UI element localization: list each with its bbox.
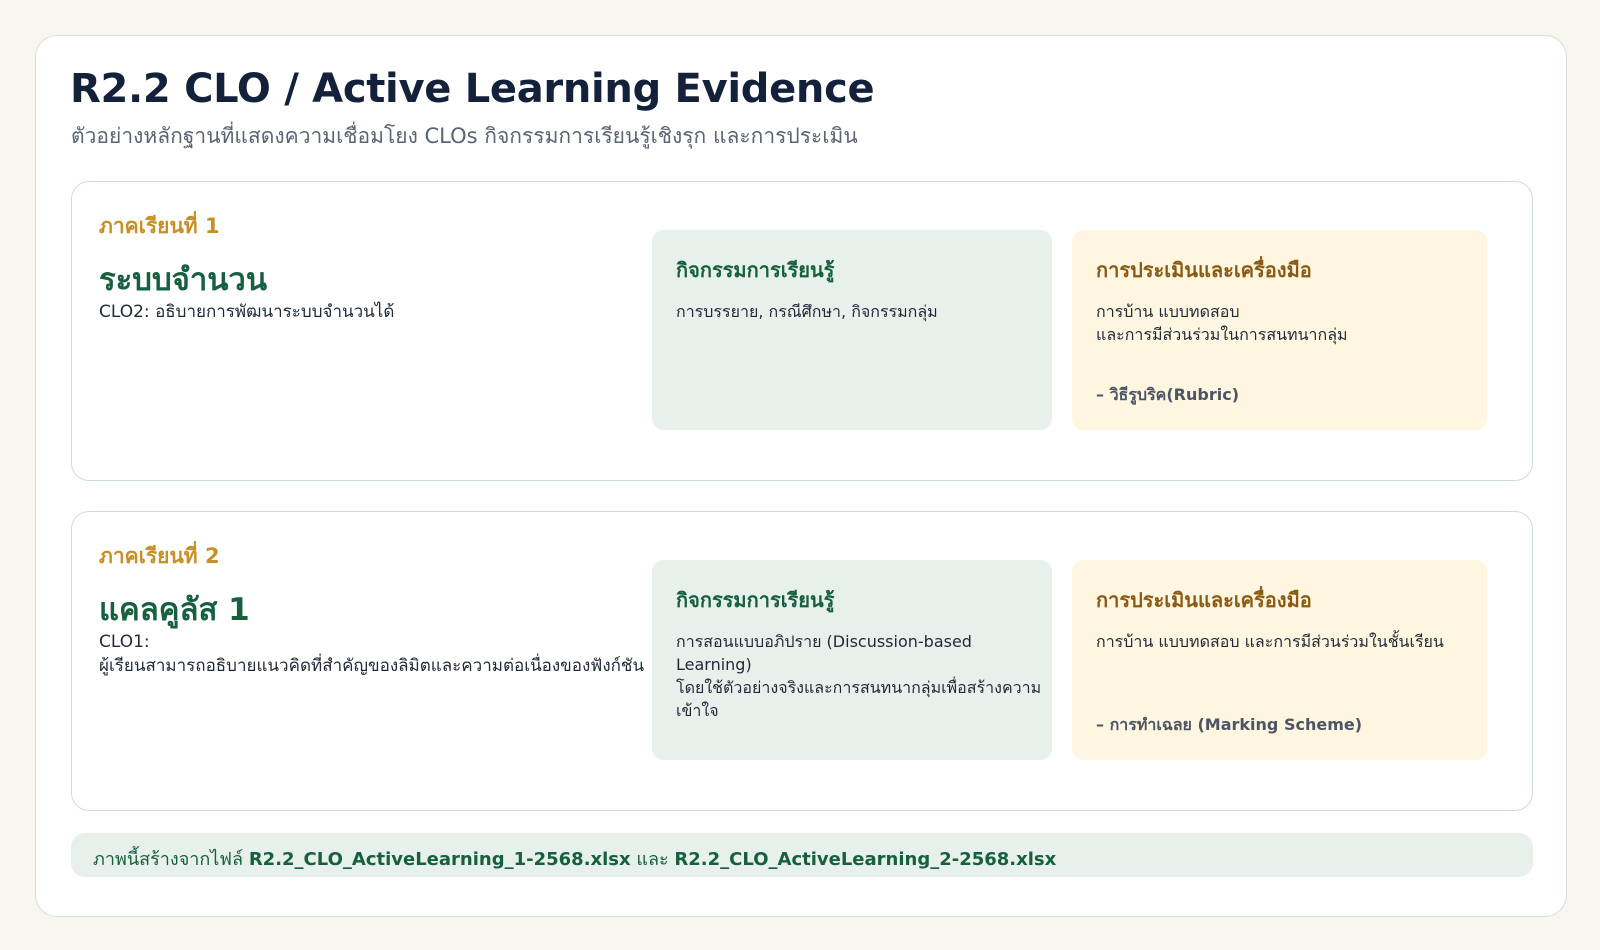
evidence-sheet: R2.2 CLO / Active Learning Evidence ตัวอ… (35, 35, 1567, 917)
evaluation-title: การประเมินและเครื่องมือ (1096, 588, 1312, 612)
evaluation-tool: – การทำเฉลย (Marking Scheme) (1096, 715, 1363, 734)
clo-text: CLO1: ผู้เรียนสามารถอธิบายแนวคิดที่สำคัญ… (99, 632, 645, 676)
source-note-lead: ภาพนี้สร้างจากไฟล์ (93, 849, 244, 870)
term-card-1: ภาคเรียนที่ 1 ระบบจำนวน CLO2: อธิบายการพ… (71, 181, 1533, 481)
page-subtitle: ตัวอย่างหลักฐานที่แสดงความเชื่อมโยง CLOs… (71, 124, 858, 148)
source-file-1: R2.2_CLO_ActiveLearning_1-2568.xlsx (248, 849, 631, 870)
term-label: ภาคเรียนที่ 1 (99, 214, 220, 238)
activity-text: การบรรยาย, กรณีศึกษา, กิจกรรมกลุ่ม (676, 302, 938, 321)
activity-title: กิจกรรมการเรียนรู้ (676, 258, 835, 282)
evaluation-title: การประเมินและเครื่องมือ (1096, 258, 1312, 282)
course-title: ระบบจำนวน (99, 262, 268, 298)
source-note: ภาพนี้สร้างจากไฟล์ R2.2_CLO_ActiveLearni… (71, 833, 1533, 877)
evaluation-text: การบ้าน แบบทดสอบ และการมีส่วนร่วมในการสน… (1096, 302, 1348, 344)
source-file-2: R2.2_CLO_ActiveLearning_2-2568.xlsx (674, 849, 1057, 870)
clo-text: CLO2: อธิบายการพัฒนาระบบจำนวนได้ (99, 302, 395, 322)
evaluation-tool: – วิธีรูบริค(Rubric) (1096, 385, 1240, 404)
page-title: R2.2 CLO / Active Learning Evidence (70, 66, 875, 112)
course-title: แคลคูลัส 1 (99, 592, 250, 628)
evaluation-text: การบ้าน แบบทดสอบ และการมีส่วนร่วมในชั้นเ… (1096, 632, 1444, 651)
activity-text: การสอนแบบอภิปราย (Discussion-based Learn… (676, 632, 1042, 720)
evaluation-panel: การประเมินและเครื่องมือ การบ้าน แบบทดสอบ… (1072, 560, 1487, 760)
activity-panel: กิจกรรมการเรียนรู้ การสอนแบบอภิปราย (Dis… (652, 560, 1052, 760)
activity-title: กิจกรรมการเรียนรู้ (676, 588, 835, 612)
term-card-2: ภาคเรียนที่ 2 แคลคูลัส 1 CLO1: ผู้เรียนส… (71, 511, 1533, 811)
source-note-conj: และ (636, 849, 669, 870)
term-label: ภาคเรียนที่ 2 (99, 544, 220, 568)
activity-panel: กิจกรรมการเรียนรู้ การบรรยาย, กรณีศึกษา,… (652, 230, 1052, 430)
evaluation-panel: การประเมินและเครื่องมือ การบ้าน แบบทดสอบ… (1072, 230, 1487, 430)
